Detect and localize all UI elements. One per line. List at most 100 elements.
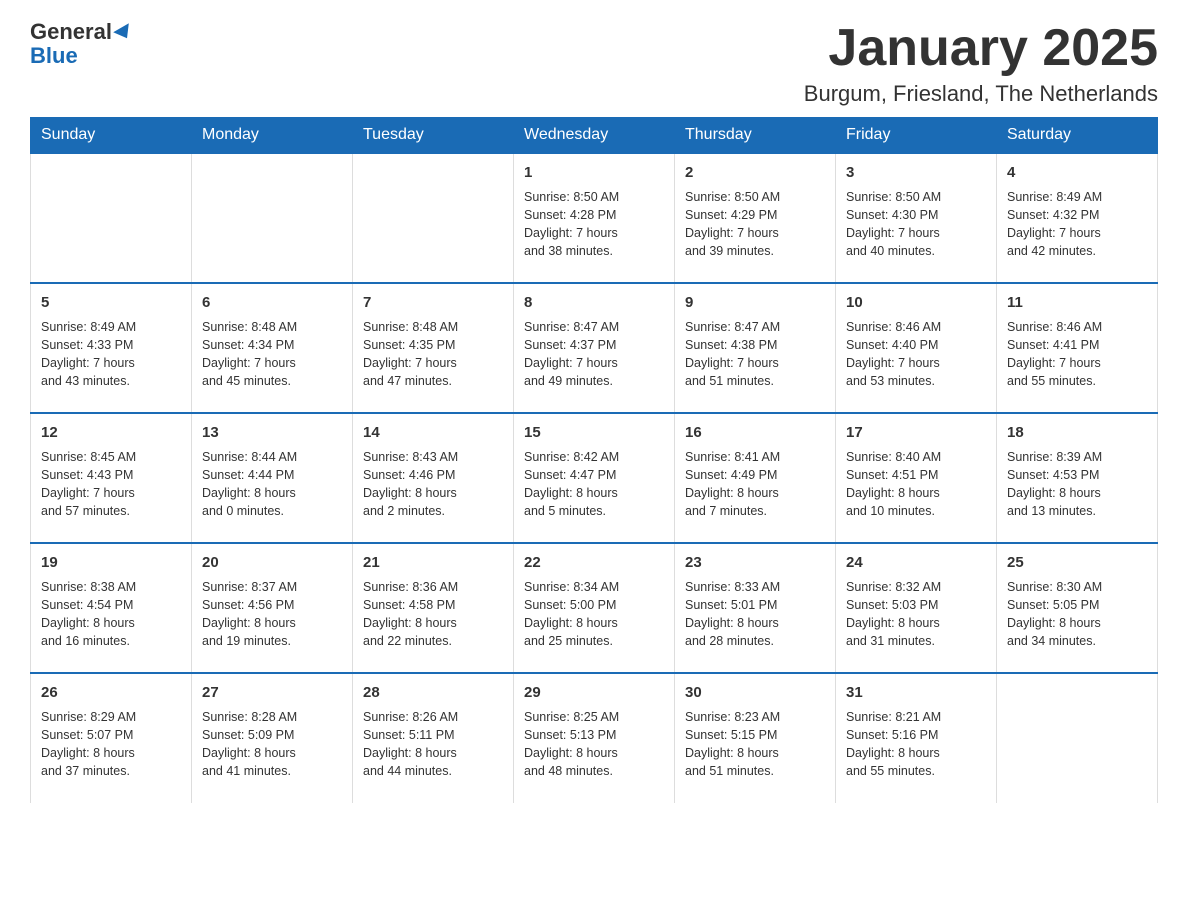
day-number: 4 [1007,162,1147,184]
day-number: 1 [524,162,664,184]
day-number: 21 [363,552,503,574]
table-row [997,673,1158,803]
day-number: 3 [846,162,986,184]
table-row: 11Sunrise: 8:46 AMSunset: 4:41 PMDayligh… [997,283,1158,413]
location-text: Burgum, Friesland, The Netherlands [804,81,1158,107]
table-row: 18Sunrise: 8:39 AMSunset: 4:53 PMDayligh… [997,413,1158,543]
days-of-week-row: SundayMondayTuesdayWednesdayThursdayFrid… [31,118,1158,154]
day-number: 31 [846,682,986,704]
table-row: 31 Sunrise: 8:21 AMSunset: 5:16 PMDayligh… [836,673,997,803]
table-row: 19 Sunrise: 8:38 AMSunset: 4:54 PMDayligh… [31,543,192,673]
day-number: 22 [524,552,664,574]
table-row: 1 Sunrise: 8:50 AMSunset: 4:28 PMDaylight… [514,153,675,283]
day-info: Sunrise: 8:46 AMSunset: 4:40 PMDaylight:… [846,318,986,391]
header-monday: Monday [192,118,353,154]
logo-general-text: General [30,19,112,44]
logo-top-row: General [30,20,133,44]
day-info: Sunrise: 8:41 AMSunset: 4:49 PMDaylight:… [685,448,825,521]
table-row: 3 Sunrise: 8:50 AMSunset: 4:30 PMDaylight… [836,153,997,283]
table-row: 7Sunrise: 8:48 AMSunset: 4:35 PMDaylight… [353,283,514,413]
day-number: 27 [202,682,342,704]
day-info: Sunrise: 8:33 AMSunset: 5:01 PMDaylight:… [685,578,825,651]
day-number: 26 [41,682,181,704]
week-row-2: 5 Sunrise: 8:49 AMSunset: 4:33 PMDaylight… [31,283,1158,413]
table-row: 23 Sunrise: 8:33 AMSunset: 5:01 PMDayligh… [675,543,836,673]
calendar-body: 1 Sunrise: 8:50 AMSunset: 4:28 PMDaylight… [31,153,1158,803]
day-info: Sunrise: 8:50 AMSunset: 4:30 PMDaylight:… [846,188,986,261]
day-info: Sunrise: 8:34 AMSunset: 5:00 PMDaylight:… [524,578,664,651]
page-header: General Blue January 2025 Burgum, Friesl… [30,20,1158,107]
table-row: 15 Sunrise: 8:42 AMSunset: 4:47 PMDayligh… [514,413,675,543]
table-row [31,153,192,283]
table-row: 14 Sunrise: 8:43 AMSunset: 4:46 PMDayligh… [353,413,514,543]
day-number: 2 [685,162,825,184]
table-row: 4 Sunrise: 8:49 AMSunset: 4:32 PMDaylight… [997,153,1158,283]
header-thursday: Thursday [675,118,836,154]
day-number: 5 [41,292,181,314]
table-row: 17Sunrise: 8:40 AMSunset: 4:51 PMDayligh… [836,413,997,543]
day-number: 7 [363,292,503,314]
table-row: 20Sunrise: 8:37 AMSunset: 4:56 PMDayligh… [192,543,353,673]
day-number: 10 [846,292,986,314]
day-number: 9 [685,292,825,314]
header-tuesday: Tuesday [353,118,514,154]
day-info: Sunrise: 8:28 AMSunset: 5:09 PMDaylight:… [202,708,342,781]
day-info: Sunrise: 8:46 AMSunset: 4:41 PMDaylight:… [1007,318,1147,391]
day-number: 25 [1007,552,1147,574]
day-number: 12 [41,422,181,444]
header-wednesday: Wednesday [514,118,675,154]
table-row: 29Sunrise: 8:25 AMSunset: 5:13 PMDayligh… [514,673,675,803]
day-number: 24 [846,552,986,574]
day-number: 15 [524,422,664,444]
week-row-4: 19 Sunrise: 8:38 AMSunset: 4:54 PMDayligh… [31,543,1158,673]
logo-triangle-icon [113,23,135,42]
logo-bottom-row: Blue [30,44,78,68]
day-info: Sunrise: 8:48 AMSunset: 4:34 PMDaylight:… [202,318,342,391]
day-info: Sunrise: 8:50 AMSunset: 4:28 PMDaylight:… [524,188,664,261]
week-row-5: 26 Sunrise: 8:29 AMSunset: 5:07 PMDayligh… [31,673,1158,803]
day-number: 28 [363,682,503,704]
day-info: Sunrise: 8:36 AMSunset: 4:58 PMDaylight:… [363,578,503,651]
day-info: Sunrise: 8:42 AMSunset: 4:47 PMDaylight:… [524,448,664,521]
table-row: 5 Sunrise: 8:49 AMSunset: 4:33 PMDaylight… [31,283,192,413]
table-row: 13 Sunrise: 8:44 AMSunset: 4:44 PMDayligh… [192,413,353,543]
day-info: Sunrise: 8:47 AMSunset: 4:37 PMDaylight:… [524,318,664,391]
table-row [353,153,514,283]
day-info: Sunrise: 8:30 AMSunset: 5:05 PMDaylight:… [1007,578,1147,651]
header-saturday: Saturday [997,118,1158,154]
calendar-table: SundayMondayTuesdayWednesdayThursdayFrid… [30,117,1158,803]
day-info: Sunrise: 8:21 AMSunset: 5:16 PMDaylight:… [846,708,986,781]
day-info: Sunrise: 8:39 AMSunset: 4:53 PMDaylight:… [1007,448,1147,521]
day-info: Sunrise: 8:47 AMSunset: 4:38 PMDaylight:… [685,318,825,391]
table-row: 27 Sunrise: 8:28 AMSunset: 5:09 PMDayligh… [192,673,353,803]
table-row [192,153,353,283]
header-friday: Friday [836,118,997,154]
week-row-3: 12 Sunrise: 8:45 AMSunset: 4:43 PMDayligh… [31,413,1158,543]
logo: General Blue [30,20,133,68]
day-info: Sunrise: 8:38 AMSunset: 4:54 PMDaylight:… [41,578,181,651]
day-info: Sunrise: 8:43 AMSunset: 4:46 PMDaylight:… [363,448,503,521]
day-number: 29 [524,682,664,704]
week-row-1: 1 Sunrise: 8:50 AMSunset: 4:28 PMDaylight… [31,153,1158,283]
day-info: Sunrise: 8:49 AMSunset: 4:32 PMDaylight:… [1007,188,1147,261]
day-info: Sunrise: 8:44 AMSunset: 4:44 PMDaylight:… [202,448,342,521]
day-info: Sunrise: 8:32 AMSunset: 5:03 PMDaylight:… [846,578,986,651]
day-number: 13 [202,422,342,444]
table-row: 30Sunrise: 8:23 AMSunset: 5:15 PMDayligh… [675,673,836,803]
day-number: 23 [685,552,825,574]
day-info: Sunrise: 8:49 AMSunset: 4:33 PMDaylight:… [41,318,181,391]
day-info: Sunrise: 8:29 AMSunset: 5:07 PMDaylight:… [41,708,181,781]
table-row: 9 Sunrise: 8:47 AMSunset: 4:38 PMDaylight… [675,283,836,413]
day-number: 8 [524,292,664,314]
day-info: Sunrise: 8:26 AMSunset: 5:11 PMDaylight:… [363,708,503,781]
logo-blue-text: Blue [30,43,78,68]
day-info: Sunrise: 8:23 AMSunset: 5:15 PMDaylight:… [685,708,825,781]
day-number: 14 [363,422,503,444]
month-title: January 2025 [804,20,1158,77]
day-info: Sunrise: 8:40 AMSunset: 4:51 PMDaylight:… [846,448,986,521]
table-row: 22 Sunrise: 8:34 AMSunset: 5:00 PMDayligh… [514,543,675,673]
day-info: Sunrise: 8:45 AMSunset: 4:43 PMDaylight:… [41,448,181,521]
day-number: 19 [41,552,181,574]
header-sunday: Sunday [31,118,192,154]
table-row: 28 Sunrise: 8:26 AMSunset: 5:11 PMDayligh… [353,673,514,803]
